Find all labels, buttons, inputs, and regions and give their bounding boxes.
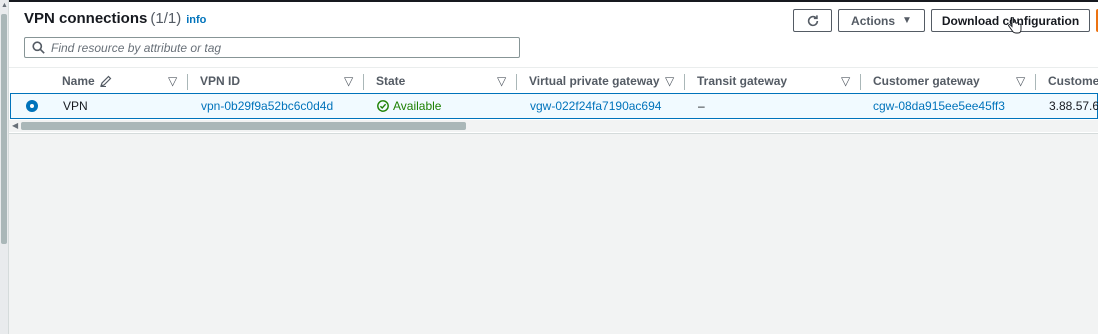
refresh-icon [807, 14, 818, 26]
column-divider[interactable] [516, 74, 517, 90]
cell-vgw-link[interactable]: vgw-022f24fa7190ac694 [530, 94, 661, 118]
filter-icon[interactable]: ▽ [1016, 68, 1025, 94]
column-divider[interactable] [1035, 74, 1036, 90]
column-divider[interactable] [363, 74, 364, 90]
cell-name: VPN [63, 99, 88, 113]
column-divider[interactable] [187, 74, 188, 90]
search-field[interactable] [24, 37, 520, 58]
search-icon [25, 41, 51, 54]
column-header-name[interactable]: Name [62, 68, 112, 94]
pencil-icon [99, 75, 112, 87]
column-header-customer-gateway[interactable]: Customer gateway [873, 68, 980, 94]
cell-customer: 3.88.57.67 [1049, 99, 1098, 113]
horizontal-scrollbar[interactable]: ◀ [9, 120, 1098, 132]
scroll-up-arrow-icon[interactable]: ▲ [1, 2, 8, 9]
column-header-transit-gateway[interactable]: Transit gateway [697, 68, 787, 94]
column-header-customer[interactable]: Customer [1048, 68, 1098, 94]
search-input[interactable] [51, 40, 511, 55]
cell-state: Available [377, 94, 441, 118]
column-header-virtual-private-gateway[interactable]: Virtual private gateway [529, 68, 660, 94]
filter-icon[interactable]: ▽ [665, 68, 674, 94]
column-header-vpn-id[interactable]: VPN ID [200, 68, 240, 94]
column-divider[interactable] [860, 74, 861, 90]
title-text: VPN connections [24, 10, 148, 27]
column-divider[interactable] [684, 74, 685, 90]
state-text: Available [393, 99, 442, 113]
cell-cgw-link[interactable]: cgw-08da915ee5ee45ff3 [873, 94, 1005, 118]
filter-icon[interactable]: ▽ [497, 68, 506, 94]
cell-transit-gateway: – [698, 99, 705, 113]
selection-count: (1/1) [150, 10, 182, 27]
filter-icon[interactable]: ▽ [344, 68, 353, 94]
filter-icon[interactable]: ▽ [841, 68, 850, 94]
hand-cursor-icon [1008, 17, 1022, 34]
table-header: Name ▽ VPN ID ▽ State ▽ Virtual private … [9, 67, 1098, 93]
scroll-left-arrow-icon[interactable]: ◀ [12, 121, 18, 130]
info-link[interactable]: info [186, 14, 206, 26]
actions-label: Actions [851, 13, 896, 28]
actions-button[interactable]: Actions ▼ [838, 9, 925, 32]
row-select-radio[interactable] [26, 100, 38, 112]
radio-dot [30, 104, 34, 108]
page-title: VPN connections (1/1) info [24, 10, 206, 27]
horizontal-scrollbar-thumb[interactable] [21, 122, 466, 130]
vertical-scrollbar-thumb[interactable] [1, 14, 7, 244]
cell-vpn-id-link[interactable]: vpn-0b29f9a52bc6c0d4d [201, 94, 333, 118]
table-row[interactable]: VPN vpn-0b29f9a52bc6c0d4d Available vgw-… [10, 93, 1098, 119]
column-header-state[interactable]: State [376, 68, 405, 94]
vertical-scrollbar[interactable]: ▲ [0, 0, 9, 334]
top-border [9, 0, 1098, 2]
caret-down-icon: ▼ [902, 15, 912, 26]
refresh-button[interactable] [793, 9, 832, 32]
vpn-connections-panel: VPN connections (1/1) info Actions ▼ Downl… [9, 0, 1098, 134]
check-circle-icon [377, 100, 389, 112]
filter-icon[interactable]: ▽ [168, 68, 177, 94]
